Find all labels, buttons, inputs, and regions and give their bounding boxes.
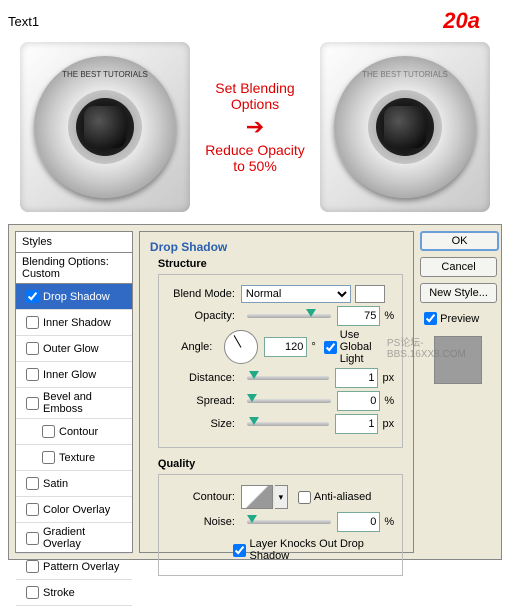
- color-swatch[interactable]: [355, 285, 385, 303]
- style-item-label: Contour: [59, 426, 98, 438]
- style-item-satin[interactable]: Satin: [16, 471, 132, 497]
- unit-px: px: [382, 418, 394, 430]
- chevron-down-icon[interactable]: ▾: [275, 485, 288, 509]
- knockout-label: Layer Knocks Out Drop Shadow: [249, 538, 394, 562]
- preview-checkbox[interactable]: [424, 312, 437, 325]
- distance-slider[interactable]: [247, 376, 330, 380]
- style-checkbox[interactable]: [26, 586, 39, 599]
- noise-label: Noise:: [167, 516, 235, 528]
- style-item-bevel-and-emboss[interactable]: Bevel and Emboss: [16, 388, 132, 419]
- style-checkbox[interactable]: [26, 397, 39, 410]
- style-item-label: Texture: [59, 452, 95, 464]
- style-checkbox[interactable]: [26, 477, 39, 490]
- size-slider[interactable]: [247, 422, 330, 426]
- layer-style-dialog: Styles Blending Options: Custom Drop Sha…: [8, 224, 502, 560]
- style-item-drop-shadow[interactable]: Drop Shadow: [16, 284, 132, 310]
- blend-mode-label: Blend Mode:: [167, 288, 235, 300]
- distance-label: Distance:: [167, 372, 235, 384]
- opacity-input[interactable]: [337, 306, 380, 326]
- spread-slider[interactable]: [247, 399, 331, 403]
- contour-label: Contour:: [167, 491, 235, 503]
- anti-aliased-label: Anti-aliased: [314, 491, 371, 503]
- style-checkbox[interactable]: [26, 503, 39, 516]
- preview-swatch: [434, 336, 482, 384]
- opacity-slider[interactable]: [247, 314, 331, 318]
- anti-aliased-checkbox[interactable]: [298, 491, 311, 504]
- style-item-color-overlay[interactable]: Color Overlay: [16, 497, 132, 523]
- structure-heading: Structure: [158, 258, 403, 270]
- angle-label: Angle:: [167, 341, 212, 353]
- style-item-label: Stroke: [43, 587, 75, 599]
- noise-input[interactable]: [337, 512, 380, 532]
- style-item-gradient-overlay[interactable]: Gradient Overlay: [16, 523, 132, 554]
- unit-percent: %: [384, 395, 394, 407]
- unit-px: px: [382, 372, 394, 384]
- style-item-label: Satin: [43, 478, 68, 490]
- lens-before: THE BEST TUTORIALS: [20, 42, 190, 212]
- spread-input[interactable]: [337, 391, 380, 411]
- style-item-label: Inner Glow: [43, 369, 96, 381]
- size-input[interactable]: [335, 414, 378, 434]
- cancel-button[interactable]: Cancel: [420, 257, 497, 277]
- new-style-button[interactable]: New Style...: [420, 283, 497, 303]
- angle-input[interactable]: [264, 337, 307, 357]
- style-item-texture[interactable]: Texture: [16, 445, 132, 471]
- style-item-contour[interactable]: Contour: [16, 419, 132, 445]
- angle-dial[interactable]: [224, 330, 258, 364]
- effect-title: Drop Shadow: [150, 240, 403, 254]
- style-checkbox[interactable]: [26, 532, 39, 545]
- style-item-outer-glow[interactable]: Outer Glow: [16, 336, 132, 362]
- contour-picker[interactable]: [241, 485, 273, 509]
- style-item-label: Bevel and Emboss: [43, 391, 126, 415]
- style-checkbox[interactable]: [42, 425, 55, 438]
- opacity-label: Opacity:: [167, 310, 235, 322]
- instruction-text: Set Blending Options ➔ Reduce Opacity to…: [190, 80, 320, 174]
- knockout-checkbox[interactable]: [233, 544, 246, 557]
- noise-slider[interactable]: [247, 520, 331, 524]
- style-item-label: Outer Glow: [43, 343, 99, 355]
- style-checkbox[interactable]: [42, 451, 55, 464]
- blending-options-item[interactable]: Blending Options: Custom: [16, 253, 132, 284]
- blend-mode-select[interactable]: Normal: [241, 285, 351, 303]
- unit-degree: °: [311, 341, 315, 353]
- spread-label: Spread:: [167, 395, 235, 407]
- style-item-stroke[interactable]: Stroke: [16, 580, 132, 606]
- dialog-buttons: OK Cancel New Style... Preview: [420, 231, 495, 553]
- step-number: 20a: [443, 8, 502, 34]
- style-item-inner-glow[interactable]: Inner Glow: [16, 362, 132, 388]
- style-item-label: Color Overlay: [43, 504, 110, 516]
- quality-heading: Quality: [158, 458, 403, 470]
- style-checkbox[interactable]: [26, 560, 39, 573]
- style-checkbox[interactable]: [26, 316, 39, 329]
- style-item-label: Pattern Overlay: [43, 561, 119, 573]
- style-item-inner-shadow[interactable]: Inner Shadow: [16, 310, 132, 336]
- style-item-label: Drop Shadow: [43, 291, 110, 303]
- unit-percent: %: [384, 310, 394, 322]
- style-checkbox[interactable]: [26, 368, 39, 381]
- style-item-pattern-overlay[interactable]: Pattern Overlay: [16, 554, 132, 580]
- styles-list: Styles Blending Options: Custom Drop Sha…: [15, 231, 133, 553]
- global-light-label: Use Global Light: [340, 329, 394, 365]
- style-checkbox[interactable]: [26, 290, 39, 303]
- styles-heading[interactable]: Styles: [16, 232, 132, 253]
- style-item-label: Inner Shadow: [43, 317, 111, 329]
- lens-after: THE BEST TUTORIALS: [320, 42, 490, 212]
- preview-label: Preview: [440, 313, 479, 325]
- style-checkbox[interactable]: [26, 342, 39, 355]
- global-light-checkbox[interactable]: [324, 341, 337, 354]
- arrow-icon: ➔: [196, 114, 314, 140]
- distance-input[interactable]: [335, 368, 378, 388]
- ok-button[interactable]: OK: [420, 231, 499, 251]
- unit-percent: %: [384, 516, 394, 528]
- style-item-label: Gradient Overlay: [43, 526, 126, 550]
- effect-panel: Drop Shadow Structure PS论坛-BBS.16XX8.COM…: [139, 231, 414, 553]
- size-label: Size:: [167, 418, 235, 430]
- page-label: Text1: [8, 14, 39, 29]
